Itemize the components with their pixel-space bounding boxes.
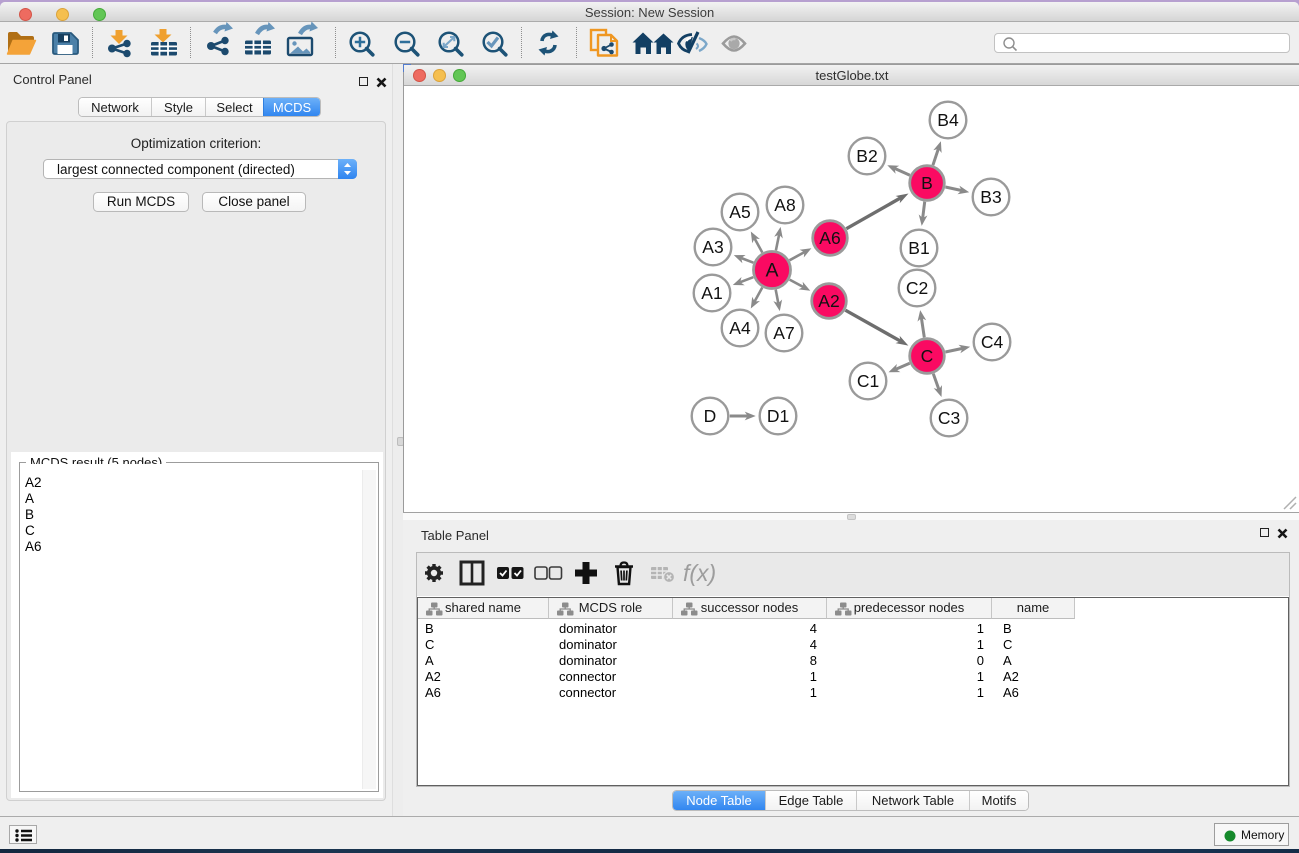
svg-text:B2: B2: [856, 146, 877, 166]
svg-text:A4: A4: [729, 318, 751, 338]
svg-text:A8: A8: [774, 195, 795, 215]
svg-text:B: B: [921, 173, 933, 193]
svg-text:C1: C1: [857, 371, 879, 391]
svg-text:A5: A5: [729, 202, 750, 222]
svg-text:A1: A1: [701, 283, 722, 303]
svg-text:D: D: [704, 406, 717, 426]
svg-text:A: A: [765, 260, 778, 282]
svg-text:C: C: [921, 346, 934, 366]
svg-text:B3: B3: [980, 187, 1001, 207]
svg-text:B1: B1: [908, 238, 929, 258]
svg-text:A3: A3: [702, 237, 723, 257]
svg-text:C2: C2: [906, 278, 928, 298]
svg-text:D1: D1: [767, 406, 789, 426]
svg-text:A2: A2: [818, 291, 839, 311]
svg-text:B4: B4: [937, 110, 959, 130]
svg-text:A7: A7: [773, 323, 794, 343]
svg-text:C3: C3: [938, 408, 960, 428]
svg-text:A6: A6: [819, 228, 840, 248]
svg-text:C4: C4: [981, 332, 1004, 352]
svg-text:f(x): f(x): [683, 560, 716, 586]
